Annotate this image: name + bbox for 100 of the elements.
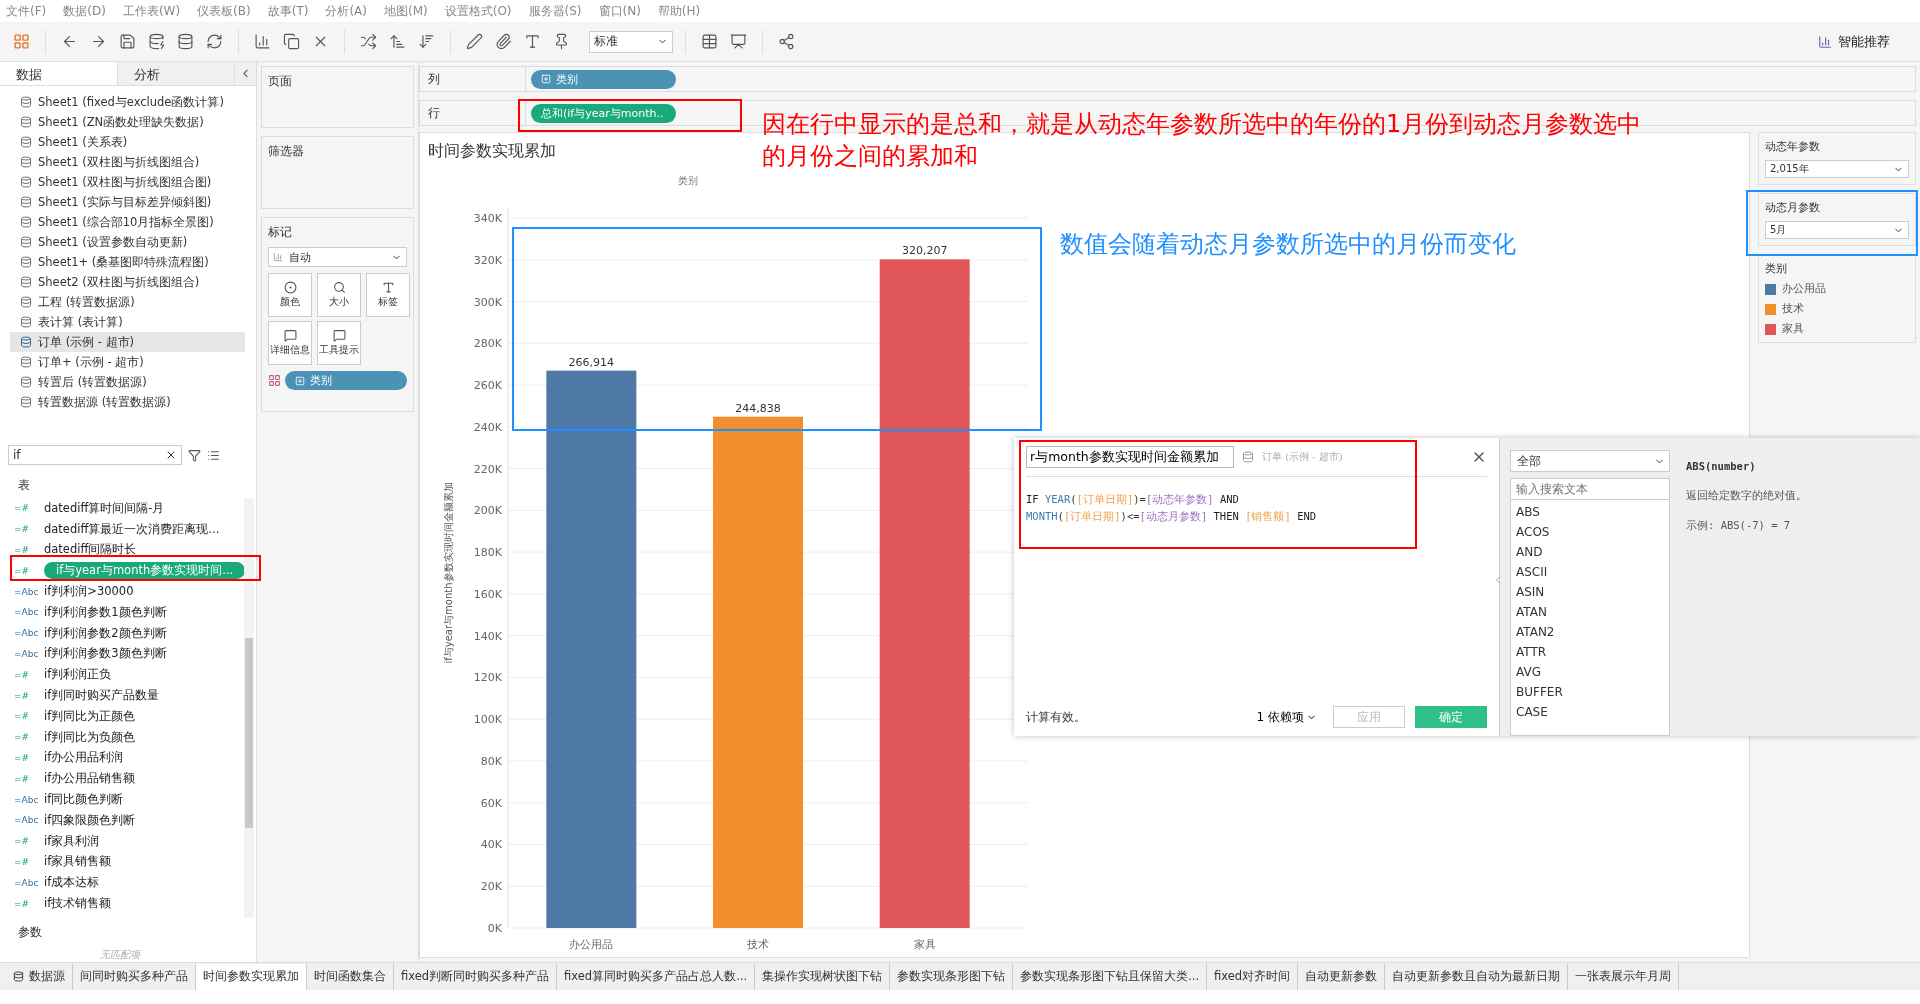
pause-datasource-icon[interactable] <box>177 33 194 50</box>
sheet-tab[interactable]: fixed判断同时购买多种产品 <box>394 963 558 990</box>
function-search-field[interactable]: 输入搜索文本 <box>1510 478 1670 500</box>
dependencies-dropdown[interactable]: 1 依赖项 <box>1250 707 1323 727</box>
pane-tab[interactable]: 数据 <box>0 62 118 85</box>
datasource-item[interactable]: Sheet1 (实际与目标差异倾斜图) <box>10 192 245 212</box>
menu-item[interactable]: 设置格式(O) <box>444 2 512 20</box>
field-item[interactable]: if判同比为负颜色 <box>44 728 136 746</box>
menu-item[interactable]: 数据(D) <box>63 2 106 20</box>
sheet-tab[interactable]: 自动更新参数且自动为最新日期 <box>1385 963 1569 990</box>
datasource-item[interactable]: 工程 (转置数据源) <box>10 292 245 312</box>
logo-icon[interactable] <box>13 33 30 50</box>
category-dropdown[interactable]: 全部 <box>1510 450 1670 472</box>
mark-property-button[interactable]: 详细信息 <box>268 321 312 365</box>
function-item[interactable]: ABS <box>1516 502 1664 522</box>
datasource-item[interactable]: 转置后 (转置数据源) <box>10 372 245 392</box>
datasource-item[interactable]: 转置数据源 (转置数据源) <box>10 392 245 412</box>
field-item[interactable]: if判同比为正颜色 <box>44 707 136 725</box>
datasource-item[interactable]: Sheet1 (关系表) <box>10 132 245 152</box>
field-item[interactable]: if办公用品利润 <box>44 749 124 767</box>
undo-icon[interactable] <box>61 33 78 50</box>
field-item[interactable]: if家具销售额 <box>44 853 112 871</box>
mark-property-button[interactable]: 大小 <box>317 273 361 317</box>
menu-item[interactable]: 分析(A) <box>325 2 367 20</box>
sort-ascending-icon[interactable] <box>389 33 406 50</box>
field-item[interactable]: if判利润参数1颜色判断 <box>44 603 167 621</box>
mark-property-button[interactable]: 标签 <box>366 273 410 317</box>
duplicate-icon[interactable] <box>283 33 300 50</box>
menu-item[interactable]: 服务器(S) <box>528 2 582 20</box>
datasource-item[interactable]: Sheet1 (fixed与exclude函数计算) <box>10 92 245 112</box>
function-item[interactable]: ASIN <box>1516 582 1664 602</box>
sheet-tab[interactable]: 集操作实现树状图下钻 <box>755 963 891 990</box>
label-icon[interactable] <box>524 33 541 50</box>
datasource-item[interactable]: Sheet1 (设置参数自动更新) <box>10 232 245 252</box>
field-item[interactable]: if家具利润 <box>44 832 100 850</box>
datasource-item[interactable]: Sheet2 (双柱图与折线图组合) <box>10 272 245 292</box>
datasource-item[interactable]: 表计算 (表计算) <box>10 312 245 332</box>
sheet-tab[interactable]: 时间函数集合 <box>307 963 394 990</box>
fit-dropdown[interactable]: 标准 <box>589 30 673 53</box>
datasource-item[interactable]: 订单+ (示例 - 超市) <box>10 352 245 372</box>
field-item[interactable]: if成本达标 <box>44 874 100 892</box>
field-item[interactable]: if同比颜色判断 <box>44 791 124 809</box>
function-item[interactable]: ACOS <box>1516 522 1664 542</box>
sheet-tab[interactable]: fixed对齐时间 <box>1207 963 1299 990</box>
share-icon[interactable] <box>778 33 795 50</box>
menu-item[interactable]: 工作表(W) <box>122 2 181 20</box>
sort-descending-icon[interactable] <box>418 33 435 50</box>
datasource-item[interactable]: Sheet1 (双柱图与折线图组合) <box>10 152 245 172</box>
mark-property-button[interactable]: 工具提示 <box>317 321 361 365</box>
field-item[interactable]: if判同时购买产品数量 <box>44 687 160 705</box>
scrollbar[interactable] <box>244 498 254 918</box>
sheet-tab[interactable]: 一张表展示年月周 <box>1568 963 1680 990</box>
new-sheet-icon[interactable] <box>254 33 271 50</box>
datasource-item[interactable]: 订单 (示例 - 超市) <box>10 332 245 352</box>
formula-text[interactable]: IF YEAR([订单日期])=[动态年参数] AND MONTH([订单日期])<=[动态月参数] THEN [销售额] END <box>1026 477 1487 706</box>
group-icon[interactable] <box>495 33 512 50</box>
datasource-item[interactable]: Sheet1 (ZN函数处理缺失数据) <box>10 112 245 132</box>
function-item[interactable]: ASCII <box>1516 562 1664 582</box>
field-item[interactable]: if判利润参数2颜色判断 <box>44 624 167 642</box>
calculation-name-field[interactable]: r与month参数实现时间金额累加 <box>1026 446 1234 468</box>
field-item[interactable]: if判利润正负 <box>44 666 112 684</box>
menu-item[interactable]: 仪表板(B) <box>197 2 251 20</box>
function-item[interactable]: AVG <box>1516 662 1664 682</box>
sheet-tab[interactable]: 时间参数实现累加 <box>196 963 307 990</box>
sheet-tab[interactable]: 参数实现条形图下钻且保留大类... <box>1013 963 1208 990</box>
presentation-icon[interactable] <box>730 33 747 50</box>
highlight-icon[interactable] <box>466 33 483 50</box>
new-datasource-icon[interactable] <box>148 33 165 50</box>
function-item[interactable]: BUFFER <box>1516 682 1664 702</box>
sheet-tab[interactable]: fixed算同时购买多产品占总人数... <box>557 963 756 990</box>
field-item[interactable]: if四象限颜色判断 <box>44 811 136 829</box>
field-item[interactable]: datediff间隔时长 <box>44 541 137 559</box>
function-item[interactable]: ATAN2 <box>1516 622 1664 642</box>
field-item[interactable]: if技术销售额 <box>44 895 112 913</box>
function-item[interactable]: ATTR <box>1516 642 1664 662</box>
field-item[interactable]: datediff算时间间隔-月 <box>44 499 165 517</box>
redo-icon[interactable] <box>90 33 107 50</box>
parameter-dropdown[interactable]: 5月 <box>1765 221 1909 239</box>
menu-item[interactable]: 窗口(N) <box>598 2 641 20</box>
datasource-item[interactable]: Sheet1 (双柱图与折线图组合图) <box>10 172 245 192</box>
smart-recommend-button[interactable]: 智能推荐 <box>1798 28 1910 55</box>
sheet-tab[interactable]: 自动更新参数 <box>1298 963 1386 990</box>
save-icon[interactable] <box>119 33 136 50</box>
sheet-tab[interactable]: 数据源 <box>6 963 73 990</box>
refresh-icon[interactable] <box>206 33 223 50</box>
mark-type-dropdown[interactable]: 自动 <box>268 247 407 267</box>
parameter-dropdown[interactable]: 2,015年 <box>1765 160 1909 178</box>
sheet-tab[interactable]: 参数实现条形图下钻 <box>890 963 1014 990</box>
clear-icon[interactable] <box>165 449 177 461</box>
field-item[interactable]: if判利润参数3颜色判断 <box>44 645 167 663</box>
datasource-item[interactable]: Sheet1 (综合部10月指标全景图) <box>10 212 245 232</box>
function-item[interactable]: AND <box>1516 542 1664 562</box>
menu-item[interactable]: 文件(F) <box>6 2 47 20</box>
list-view-icon[interactable] <box>207 448 220 462</box>
menu-item[interactable]: 故事(T) <box>267 2 309 20</box>
menu-item[interactable]: 地图(M) <box>384 2 428 20</box>
show-me-icon[interactable] <box>701 33 718 50</box>
search-field[interactable]: if <box>8 445 182 465</box>
swap-icon[interactable] <box>360 33 377 50</box>
mark-property-button[interactable]: 颜色 <box>268 273 312 317</box>
